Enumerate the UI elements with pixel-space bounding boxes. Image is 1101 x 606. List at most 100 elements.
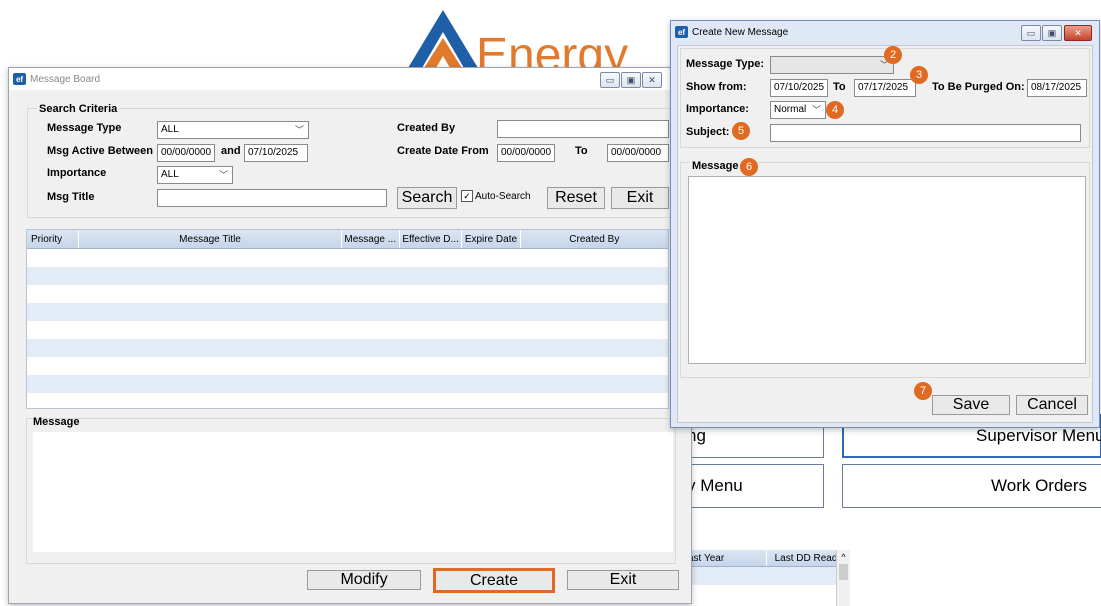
column-header[interactable]: Message ... [342,230,400,248]
column-header[interactable]: ast Year [680,550,767,566]
column-header[interactable]: Effective D... [400,230,463,248]
message-textarea[interactable] [688,176,1086,364]
table-row[interactable] [27,393,668,411]
msg-title-label: Msg Title [47,191,95,203]
column-header[interactable]: Expire Date [462,230,521,248]
window-title: Message Board [30,73,101,85]
search-exit-button[interactable]: Exit [611,187,669,209]
message-type-dropdown[interactable]: ﹀ [770,56,894,74]
importance-value: Normal [774,104,807,115]
message-grid: Priority Message Title Message ... Effec… [26,229,669,409]
column-header[interactable]: Priority [27,230,80,248]
message-type-value: ALL [161,124,179,135]
column-header[interactable]: Last DD Read [767,550,846,566]
step-badge: 4 [826,101,844,119]
message-board-titlebar[interactable]: ef Message Board ▭ ▣ ✕ [9,68,691,90]
importance-label: Importance: [686,103,749,115]
reset-button-label: Reset [555,189,597,206]
show-from-label: Show from: [686,81,747,93]
created-by-field[interactable] [497,120,669,138]
importance-dropdown[interactable]: ALL ﹀ [157,166,233,184]
maximize-icon[interactable]: ▣ [621,72,641,88]
work-orders-button[interactable]: Work Orders [842,464,1101,508]
create-message-window: ef Create New Message ▭ ▣ ✕ Message Type… [670,20,1100,428]
table-row[interactable] [27,249,668,267]
checkbox-checked-icon: ✓ [461,190,473,202]
create-from-field[interactable]: 00/00/0000 [497,144,555,162]
subject-label: Subject: [686,126,730,138]
msg-title-field[interactable] [157,189,387,207]
scroll-up-icon[interactable]: ^ [837,550,850,564]
purge-date-field[interactable]: 08/17/2025 [1027,79,1087,97]
maximize-icon[interactable]: ▣ [1042,25,1062,41]
app-icon: ef [675,26,688,38]
message-type-dropdown[interactable]: ALL ﹀ [157,121,309,139]
minimize-icon[interactable]: ▭ [600,72,620,88]
exit-button[interactable]: Exit [567,570,679,590]
table-row[interactable] [27,339,668,357]
menu-label: y Menu [687,476,743,495]
background-table: ast Year Last DD Read ^ [680,550,850,606]
table-row[interactable] [27,303,668,321]
energy-logo-icon [408,10,478,68]
grid-header: Priority Message Title Message ... Effec… [27,230,668,249]
create-button[interactable]: Create [433,568,555,593]
step-badge: 2 [884,46,902,64]
minimize-icon[interactable]: ▭ [1021,25,1041,41]
message-board-window: ef Message Board ▭ ▣ ✕ Search Criteria M… [8,67,692,604]
reset-button[interactable]: Reset [547,187,605,209]
chevron-down-icon: ﹀ [811,105,821,115]
cancel-button-label: Cancel [1027,396,1077,413]
msg-active-between-label: Msg Active Between [47,145,153,157]
work-orders-label: Work Orders [991,476,1088,495]
show-to-field[interactable]: 07/17/2025 [854,79,916,97]
table-row[interactable] [680,567,836,585]
table-row[interactable] [27,321,668,339]
chevron-down-icon: ﹀ [218,170,228,180]
to-label: To [833,81,846,93]
save-button-label: Save [952,396,990,413]
table-row[interactable] [27,267,668,285]
step-badge: 5 [732,122,750,140]
message-textarea[interactable] [33,432,673,552]
window-title: Create New Message [692,26,789,38]
create-date-from-label: Create Date From [397,145,489,157]
importance-value: ALL [161,169,179,180]
modify-button-label: Modify [340,571,388,588]
app-icon: ef [13,73,26,85]
and-label: and [221,145,241,157]
vertical-scrollbar[interactable]: ^ [836,550,850,606]
auto-search-checkbox[interactable]: ✓ Auto-Search [461,190,531,202]
importance-dropdown[interactable]: Normal ﹀ [770,101,826,119]
message-label: Message [33,416,80,428]
background-table-header: ast Year Last DD Read [680,550,850,567]
save-button[interactable]: Save [932,395,1010,415]
modify-button[interactable]: Modify [307,570,421,590]
search-button[interactable]: Search [397,187,457,209]
step-badge: 7 [914,382,932,400]
column-header[interactable]: Created By [521,230,668,248]
menu-button[interactable]: y Menu [672,464,824,508]
subject-field[interactable] [770,124,1081,142]
auto-search-label: Auto-Search [475,190,531,202]
table-row[interactable] [27,375,668,393]
close-icon[interactable]: ✕ [1064,25,1092,41]
table-row[interactable] [27,285,668,303]
close-icon[interactable]: ✕ [642,72,662,88]
step-badge: 3 [910,66,928,84]
search-criteria-legend: Search Criteria [37,103,120,115]
chevron-down-icon: ﹀ [294,125,304,135]
create-message-titlebar[interactable]: ef Create New Message ▭ ▣ ✕ [671,21,1099,43]
active-to-field[interactable]: 07/10/2025 [244,144,308,162]
search-exit-label: Exit [626,189,654,206]
to-label: To [575,145,588,157]
step-badge: 6 [740,158,758,176]
table-row[interactable] [27,357,668,375]
message-type-label: Message Type: [686,58,765,70]
supervisor-menu-label: Supervisor Menu [976,426,1101,445]
column-header[interactable]: Message Title [79,230,342,248]
create-to-field[interactable]: 00/00/0000 [607,144,669,162]
show-from-field[interactable]: 07/10/2025 [770,79,828,97]
active-from-field[interactable]: 00/00/0000 [157,144,215,162]
cancel-button[interactable]: Cancel [1016,395,1088,415]
